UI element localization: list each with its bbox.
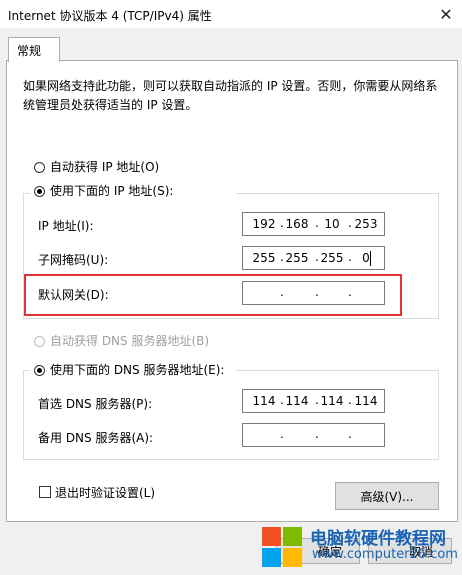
dns1-octet-3: 114 — [320, 394, 344, 408]
mask-octet-1: 255 — [252, 251, 276, 265]
auto-ip-label[interactable]: 自动获得 IP 地址(O) — [50, 158, 159, 175]
dns1-octet-4: 114 — [354, 394, 378, 408]
description-text: 如果网络支持此功能，则可以获取自动指派的 IP 设置。否则，你需要从网络系统管理… — [23, 79, 438, 112]
ip-address-input[interactable]: 192 . 168 . 10 . 253 — [242, 212, 385, 236]
ip-octet-1: 192 — [252, 217, 276, 231]
preferred-dns-input[interactable]: 114 . 114 . 114 . 114 — [242, 389, 385, 413]
mask-octet-4: 0 — [362, 251, 370, 265]
ip-dot: . — [280, 427, 284, 441]
windows-logo-icon — [262, 527, 302, 567]
dns1-octet-2: 114 — [285, 394, 309, 408]
auto-dns-label[interactable]: 自动获得 DNS 服务器地址(B) — [50, 332, 209, 349]
validate-label[interactable]: 退出时验证设置(L) — [55, 484, 155, 501]
tab-general-label: 常规 — [17, 44, 42, 58]
ip-octet-2: 168 — [285, 217, 309, 231]
manual-ip-label[interactable]: 使用下面的 IP 地址(S): — [50, 182, 173, 199]
alternate-dns-label: 备用 DNS 服务器(A): — [38, 431, 154, 445]
ip-dot: . — [280, 285, 284, 299]
dns1-octet-1: 114 — [252, 394, 276, 408]
mask-octet-2: 255 — [285, 251, 309, 265]
advanced-button[interactable]: 高级(V)... — [335, 482, 439, 510]
watermark: 电脑软硬件教程网 www.computer26.com — [258, 520, 462, 575]
gateway-label: 默认网关(D): — [38, 288, 109, 302]
subnet-mask-label: 子网掩码(U): — [38, 253, 109, 267]
advanced-button-label: 高级(V)... — [360, 489, 414, 504]
gateway-input[interactable]: . . . — [242, 281, 385, 305]
mask-octet-3: 255 — [320, 251, 344, 265]
watermark-text: 电脑软硬件教程网 — [310, 529, 446, 549]
radio-auto-ip[interactable] — [34, 162, 45, 173]
close-icon: ✕ — [439, 4, 453, 24]
tab-general[interactable]: 常规 — [8, 37, 60, 62]
radio-manual-dns[interactable] — [34, 365, 45, 376]
close-button[interactable]: ✕ — [430, 0, 462, 28]
ip-dot: . — [315, 285, 319, 299]
ip-dot: . — [348, 285, 352, 299]
ip-address-label: IP 地址(I): — [38, 219, 94, 233]
radio-manual-ip[interactable] — [34, 186, 45, 197]
ip-octet-4: 253 — [354, 217, 378, 231]
alternate-dns-input[interactable]: . . . — [242, 423, 385, 447]
radio-auto-dns[interactable] — [34, 336, 45, 347]
window-title: Internet 协议版本 4 (TCP/IPv4) 属性 — [8, 9, 212, 23]
ip-dot: . — [315, 427, 319, 441]
ip-octet-3: 10 — [324, 217, 340, 231]
text-cursor — [370, 251, 371, 266]
preferred-dns-label: 首选 DNS 服务器(P): — [38, 397, 153, 411]
manual-dns-label[interactable]: 使用下面的 DNS 服务器地址(E): — [50, 361, 224, 378]
validate-checkbox[interactable] — [39, 486, 51, 498]
watermark-url: www.computer26.com — [312, 547, 458, 562]
ip-dot: . — [348, 427, 352, 441]
subnet-mask-input[interactable]: 255 . 255 . 255 . 0 — [242, 246, 385, 270]
